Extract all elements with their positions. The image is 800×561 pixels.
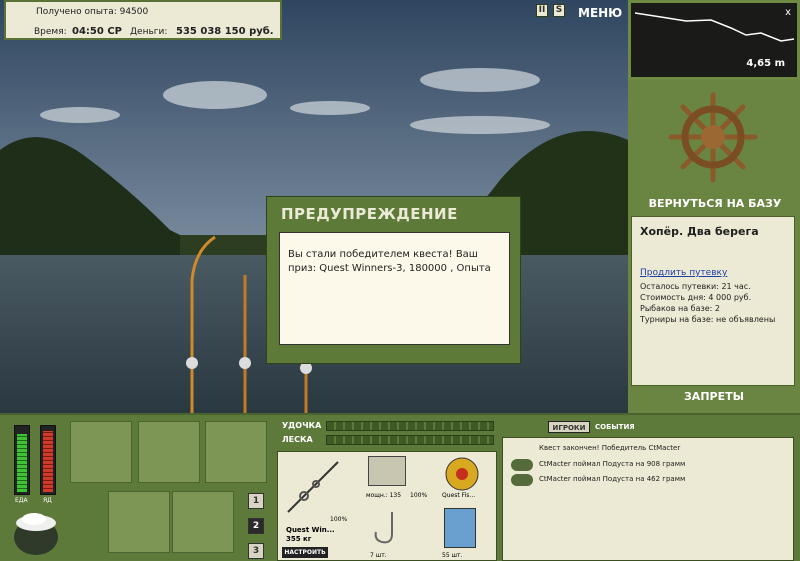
- extend-trip-link[interactable]: Продлить путевку: [640, 268, 786, 278]
- bucket-icon[interactable]: [172, 491, 234, 553]
- player-stats: Получено опыта: 94500 Время: 04:50 CP Де…: [4, 0, 282, 40]
- bait-icon[interactable]: [444, 508, 476, 548]
- bans-button[interactable]: ЗАПРЕТЫ: [628, 390, 800, 403]
- chat-message: Квест закончен! Победитель CtMacter: [539, 444, 681, 452]
- rod-weight: 355 кг: [286, 535, 312, 543]
- bait-count: 55 шт.: [442, 552, 463, 559]
- slot-1-button[interactable]: 1: [248, 493, 264, 509]
- dialog-title: ПРЕДУПРЕЖДЕНИЕ: [281, 205, 458, 223]
- feather-icon[interactable]: [205, 421, 267, 483]
- dialog-message: Вы стали победителем квеста! Ваш приз: Q…: [279, 232, 510, 345]
- status-meters: ЕДА ЯД: [10, 425, 62, 505]
- time-value: 04:50 CP: [72, 26, 122, 37]
- hook-count: 7 шт.: [370, 552, 387, 559]
- chat-tabs: ИГРОКИ СОБЫТИЯ: [545, 421, 645, 435]
- line-tension-bar: [326, 435, 494, 445]
- hook-icon[interactable]: [368, 508, 404, 548]
- return-to-base-button[interactable]: ВЕРНУТЬСЯ НА БАЗУ: [636, 197, 794, 210]
- rod-name: Quest Win...: [286, 526, 335, 534]
- rod-icon[interactable]: [282, 458, 342, 518]
- sound-icon[interactable]: S: [553, 4, 565, 17]
- setup-button[interactable]: НАСТРОИТЬ: [282, 547, 328, 558]
- poison-label: ЯД: [43, 497, 52, 504]
- tab-events[interactable]: СОБЫТИЯ: [595, 421, 635, 433]
- depth-value: 4,65 m: [746, 58, 785, 69]
- cauldron-icon[interactable]: [12, 507, 60, 559]
- location-panel: ВЕРНУТЬСЯ НА БАЗУ Хопёр. Два берега Прод…: [628, 80, 800, 413]
- rod-pct: 100%: [330, 516, 348, 523]
- food-label: ЕДА: [15, 497, 28, 504]
- poison-meter: [40, 425, 56, 495]
- day-cost: Стоимость дня: 4 000 руб.: [640, 293, 752, 302]
- line-name: Quest Fis...: [442, 492, 476, 499]
- pause-icon[interactable]: II: [536, 4, 548, 17]
- trip-left: Осталось путевки: 21 час.: [640, 282, 751, 291]
- slot-3-button[interactable]: 3: [248, 543, 264, 559]
- chat-message: CtMacter поймал Подуста на 462 грамм: [539, 475, 686, 483]
- depth-map: x 4,65 m: [628, 0, 800, 80]
- sack-icon[interactable]: [138, 421, 200, 483]
- location-info: Хопёр. Два берега Продлить путевку Остал…: [631, 216, 795, 386]
- tackle-bag-icon[interactable]: [70, 421, 132, 483]
- food-meter: [14, 425, 30, 495]
- tackle-box: 100% Quest Win... 355 кг НАСТРОИТЬ мощн.…: [277, 451, 497, 561]
- rod-tension-bar: [326, 421, 494, 431]
- line-label: ЛЕСКА: [282, 435, 313, 444]
- fishers-count: Рыбаков на базе: 2: [640, 304, 720, 313]
- reel-power: мощн.: 135: [366, 492, 402, 499]
- tournaments-info: Турниры на базе: не объявлены: [640, 315, 776, 324]
- close-icon[interactable]: x: [785, 7, 791, 18]
- fish-icon: [511, 474, 533, 486]
- warning-dialog[interactable]: ПРЕДУПРЕЖДЕНИЕ Вы стали победителем квес…: [266, 196, 521, 364]
- chat-message: CtMacter поймал Подуста на 908 грамм: [539, 460, 686, 468]
- basket-icon[interactable]: [108, 491, 170, 553]
- time-label: Время:: [34, 27, 67, 37]
- reel-pct: 100%: [410, 492, 428, 499]
- ship-wheel-icon[interactable]: [668, 90, 758, 185]
- bottom-panel: ЕДА ЯД 1 2 3 УДОЧКА ЛЕСКА 100% Quest Win…: [0, 413, 800, 561]
- location-title: Хопёр. Два берега: [640, 225, 759, 238]
- money-label: Деньги:: [130, 27, 168, 37]
- menu-button[interactable]: МЕНЮ: [578, 2, 622, 24]
- line-spool-icon[interactable]: [444, 456, 480, 492]
- rod-label: УДОЧКА: [282, 421, 322, 430]
- reel-icon[interactable]: [368, 456, 406, 486]
- fish-icon: [511, 459, 533, 471]
- xp-text: Получено опыта: 94500: [36, 7, 149, 17]
- chat-log: Квест закончен! Победитель CtMacter CtMa…: [502, 437, 794, 561]
- tab-players[interactable]: ИГРОКИ: [548, 421, 590, 433]
- slot-2-button[interactable]: 2: [248, 518, 264, 534]
- money-value: 535 038 150 руб.: [176, 26, 274, 37]
